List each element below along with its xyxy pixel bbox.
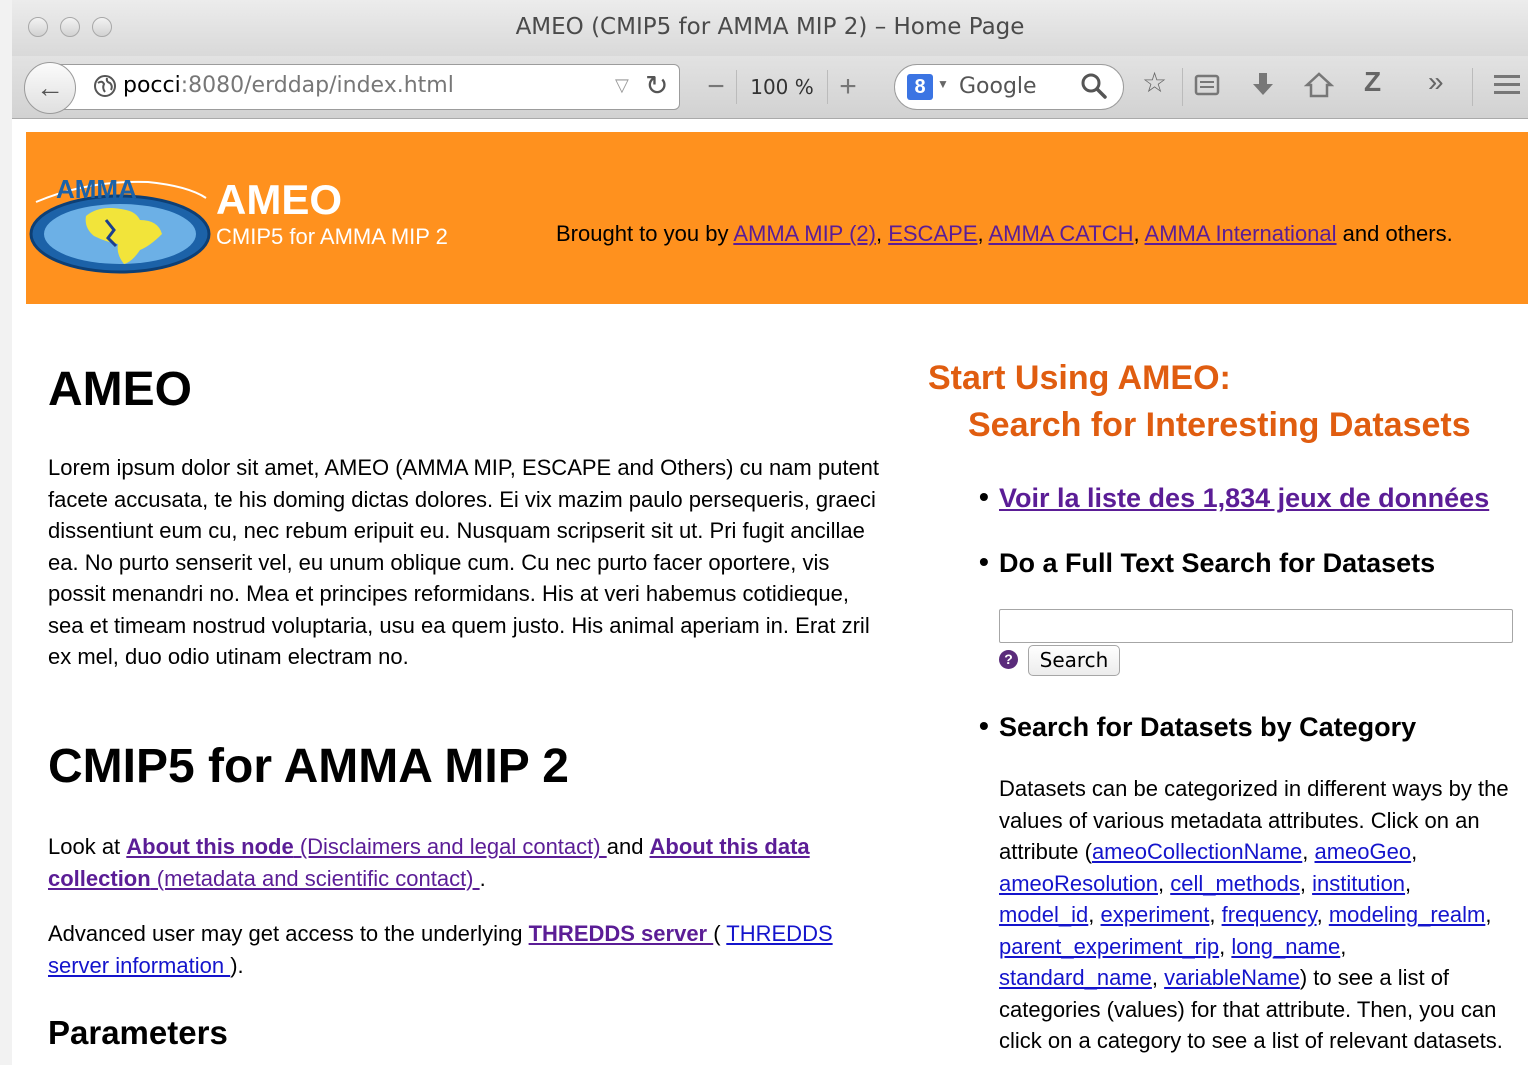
zoom-out-button[interactable]: − <box>696 70 736 104</box>
period: . <box>479 865 486 891</box>
reload-icon[interactable]: ↻ <box>645 69 668 102</box>
attr-link[interactable]: ameoResolution <box>999 871 1158 896</box>
attr-link[interactable]: cell_methods <box>1170 871 1300 896</box>
link-amma-mip[interactable]: AMMA MIP (2) <box>733 221 876 246</box>
amma-logo[interactable]: AMMA <box>28 164 212 274</box>
zoom-level[interactable]: 100 % <box>737 75 827 99</box>
attr-link[interactable]: modeling_realm <box>1329 902 1486 927</box>
title-bar: AMEO (CMIP5 for AMMA MIP 2) – Home Page <box>12 0 1528 56</box>
back-arrow-icon: ← <box>36 72 64 103</box>
zoom-controls: − 100 % + <box>696 64 868 110</box>
site-name: AMEO <box>216 176 342 223</box>
google-engine-icon[interactable]: 8 <box>907 74 933 100</box>
about-node-sub: (Disclaimers and legal contact) <box>293 834 607 859</box>
section-heading-cmip5: CMIP5 for AMMA MIP 2 <box>48 740 569 793</box>
attr-link[interactable]: frequency <box>1222 902 1317 927</box>
attr-link[interactable]: long_name <box>1231 934 1340 959</box>
attr-link[interactable]: ameoGeo <box>1315 839 1412 864</box>
zoom-in-button[interactable]: + <box>828 70 868 104</box>
overflow-chevron-icon[interactable]: » <box>1428 66 1444 98</box>
about-links-paragraph: Look at About this node (Disclaimers and… <box>48 831 898 894</box>
attr-link[interactable]: parent_experiment_rip <box>999 934 1219 959</box>
site-subtitle: CMIP5 for AMMA MIP 2 <box>216 224 448 249</box>
sponsors-prefix: Brought to you by <box>556 221 734 246</box>
link-amma-international[interactable]: AMMA International <box>1145 221 1337 246</box>
fulltext-search-input[interactable] <box>999 609 1513 643</box>
sponsors-suffix: and others. <box>1336 221 1453 246</box>
paren-close: ). <box>230 952 244 978</box>
about-node-label: About this node <box>126 834 294 859</box>
globe-icon <box>94 75 116 97</box>
search-engine-placeholder[interactable]: Google <box>959 74 1037 99</box>
bullet: • <box>979 481 989 512</box>
downloads-icon[interactable] <box>1248 70 1278 100</box>
engine-dropdown-icon[interactable]: ▼ <box>937 77 949 91</box>
sponsors-line: Brought to you by AMMA MIP (2), ESCAPE, … <box>556 221 1453 247</box>
attr-link[interactable]: institution <box>1312 871 1405 896</box>
link-escape[interactable]: ESCAPE <box>888 221 977 246</box>
category-description: Datasets can be categorized in different… <box>999 776 1509 1053</box>
category-search-heading: Search for Datasets by Category <box>999 712 1417 742</box>
link-amma-catch[interactable]: AMMA CATCH <box>988 221 1133 246</box>
bullet: • <box>979 546 989 577</box>
dataset-list-link[interactable]: Voir la liste des 1,834 jeux de données <box>999 483 1489 514</box>
url-text[interactable]: pocci:8080/erddap/index.html <box>123 73 454 98</box>
url-path: :8080/erddap/index.html <box>180 73 454 98</box>
thredds-server-link[interactable]: THREDDS server <box>529 921 714 946</box>
browser-toolbar: pocci:8080/erddap/index.html ▽ ↻ ← − 100… <box>12 56 1528 119</box>
attr-link[interactable]: standard_name <box>999 965 1152 990</box>
address-bar[interactable]: pocci:8080/erddap/index.html ▽ ↻ <box>56 64 680 110</box>
about-collection-sub: (metadata and scientific contact) <box>150 865 480 891</box>
menu-hamburger-icon[interactable] <box>1492 72 1522 98</box>
intro-paragraph: Lorem ipsum dolor sit amet, AMEO (AMMA M… <box>48 455 880 669</box>
separator: , <box>875 221 889 246</box>
page-content: AMMA AMEO CMIP5 for AMMA MIP 2 Brought t… <box>26 119 1528 1065</box>
thredds-paragraph: Advanced user may get access to the unde… <box>48 918 898 981</box>
parameters-heading: Parameters <box>48 1014 228 1051</box>
page-title: AMEO <box>48 363 192 416</box>
home-icon[interactable] <box>1304 70 1334 100</box>
attr-link[interactable]: ameoCollectionName <box>1092 839 1302 864</box>
advanced-text: Advanced user may get access to the unde… <box>48 921 529 946</box>
search-button[interactable]: Search <box>1028 645 1120 676</box>
divider <box>1472 68 1473 106</box>
look-at-text: Look at <box>48 834 127 859</box>
separator: , <box>977 221 989 246</box>
sidebar-subtitle: Search for Interesting Datasets <box>968 406 1471 444</box>
back-button[interactable]: ← <box>24 62 76 114</box>
divider <box>1182 68 1183 106</box>
magnifier-icon[interactable] <box>1079 71 1109 101</box>
window-title: AMEO (CMIP5 for AMMA MIP 2) – Home Page <box>515 14 1025 40</box>
site-banner: AMMA AMEO CMIP5 for AMMA MIP 2 Brought t… <box>26 132 1528 304</box>
about-node-link[interactable]: About this node (Disclaimers and legal c… <box>126 834 606 859</box>
bookmarks-menu-icon[interactable] <box>1192 70 1222 100</box>
logo-text: AMMA <box>56 174 137 204</box>
search-engine-bar[interactable]: 8 ▼ Google <box>894 64 1124 110</box>
url-dropdown-icon[interactable]: ▽ <box>615 75 629 96</box>
bullet: • <box>979 710 989 741</box>
attr-link[interactable]: experiment <box>1101 902 1210 927</box>
fulltext-search-heading: Do a Full Text Search for Datasets <box>999 548 1436 578</box>
attr-link[interactable]: model_id <box>999 902 1088 927</box>
bookmark-star-icon[interactable]: ☆ <box>1142 66 1167 99</box>
help-icon[interactable]: ? <box>999 650 1018 669</box>
and-text: and <box>606 834 650 859</box>
url-host: pocci <box>123 73 181 98</box>
paren-open: ( <box>713 921 721 946</box>
zotero-icon[interactable]: Z <box>1364 66 1381 98</box>
browser-window: AMEO (CMIP5 for AMMA MIP 2) – Home Page … <box>12 0 1528 1065</box>
sidebar-title: Start Using AMEO: <box>928 359 1231 397</box>
attr-link[interactable]: variableName <box>1164 965 1300 990</box>
separator: , <box>1133 221 1145 246</box>
